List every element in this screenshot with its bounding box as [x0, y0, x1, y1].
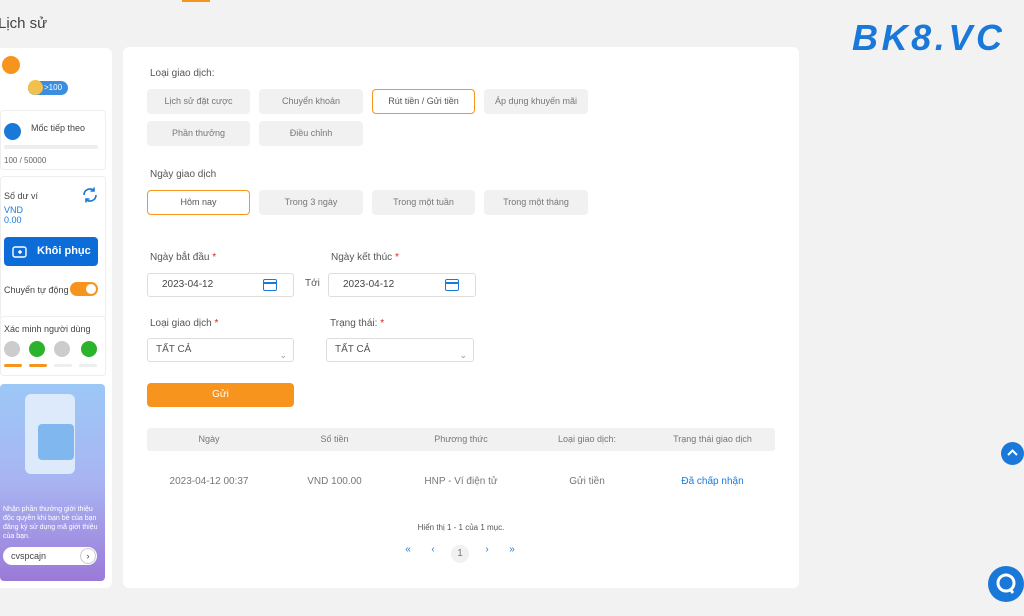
next-page-button[interactable]: › — [480, 544, 494, 555]
cell-type: Gửi tiền — [569, 476, 605, 487]
refresh-icon[interactable] — [81, 186, 99, 204]
chip-withdraw-deposit[interactable]: Rút tiền / Gửi tiền — [372, 89, 475, 114]
milestone-progress-bar — [4, 145, 98, 149]
required-mark: * — [394, 252, 399, 263]
type-select-label: Loại giao dịch * — [150, 318, 218, 329]
pagination-info: Hiển thị 1 - 1 của 1 mục. — [417, 523, 505, 532]
required-mark: * — [212, 252, 217, 263]
restore-button[interactable]: Khôi phục — [4, 237, 98, 266]
txn-date-label: Ngày giao dịch — [150, 169, 217, 180]
col-header-date: Ngày — [198, 434, 220, 444]
col-header-amount: Số tiền — [320, 434, 349, 444]
wallet-amount: 0.00 — [4, 215, 22, 225]
sidebar: >100 Mốc tiếp theo 100 / 50000 Số dư ví … — [0, 48, 112, 588]
wallet-restore-icon — [12, 246, 27, 258]
verify-label: Xác minh người dùng — [4, 324, 91, 334]
current-page[interactable]: 1 — [451, 545, 469, 563]
chip-bet-history[interactable]: Lịch sử đặt cược — [147, 89, 250, 114]
chip-transfer[interactable]: Chuyển khoản — [259, 89, 363, 114]
chip-adjustment[interactable]: Điều chỉnh — [259, 121, 363, 146]
chat-support-button[interactable] — [988, 566, 1024, 602]
status-select-label: Trạng thái: * — [330, 318, 384, 329]
end-date-value: 2023-04-12 — [343, 279, 395, 290]
vip-level-text: >100 — [44, 83, 63, 92]
page-title: Lịch sử — [0, 15, 48, 32]
calendar-icon[interactable] — [445, 279, 459, 291]
referral-promo-text: Nhận phần thưởng giới thiệu độc quyền kh… — [3, 506, 98, 540]
status-select[interactable]: TẤT CẢ ⌄ — [326, 338, 474, 362]
table-header: Ngày Số tiền Phương thức Loại giao dịch:… — [147, 428, 775, 451]
chevron-right-icon[interactable]: › — [80, 548, 96, 564]
id-card-verify-icon[interactable] — [81, 341, 97, 357]
brand-logo[interactable]: BK8.VC — [852, 14, 1002, 60]
status-select-value: TẤT CẢ — [335, 344, 371, 355]
last-page-button[interactable]: » — [505, 544, 519, 555]
required-mark: * — [214, 318, 219, 329]
start-date-label-text: Ngày bắt đầu — [150, 252, 210, 263]
referral-code-field[interactable]: cvspcajn › — [3, 547, 97, 565]
type-select-value: TẤT CẢ — [156, 344, 192, 355]
restore-button-label: Khôi phục — [37, 245, 91, 257]
cell-method: HNP - Ví điện tử — [424, 476, 498, 487]
email-verify-icon[interactable] — [29, 341, 45, 357]
col-header-type: Loại giao dịch: — [557, 434, 617, 444]
cell-status: Đã chấp nhận — [681, 476, 744, 487]
col-header-method: Phương thức — [434, 434, 488, 444]
history-panel: Loại giao dịch: Lịch sử đặt cược Chuyển … — [123, 47, 799, 588]
prev-page-button[interactable]: ‹ — [426, 544, 440, 555]
globe-icon — [4, 123, 21, 140]
to-label: Tới — [305, 278, 320, 289]
auto-transfer-toggle[interactable] — [70, 282, 98, 296]
verify-step-bar — [54, 364, 72, 367]
chip-one-week[interactable]: Trong một tuần — [372, 190, 475, 215]
first-page-button[interactable]: « — [401, 544, 415, 555]
milestone-card: Mốc tiếp theo 100 / 50000 — [0, 110, 106, 170]
avatar[interactable] — [2, 56, 20, 74]
wallet-card: Số dư ví VND 0.00 Khôi phục Chuyển tự độ… — [0, 176, 106, 320]
chip-today[interactable]: Hôm nay — [147, 190, 250, 215]
start-date-label: Ngày bắt đầu * — [150, 252, 216, 263]
gift-illustration — [38, 424, 74, 460]
start-date-input[interactable]: 2023-04-12 — [147, 273, 294, 297]
verify-step-bar — [4, 364, 22, 367]
required-mark: * — [380, 318, 385, 329]
col-header-status: Trạng thái giao dịch — [673, 434, 752, 444]
cell-date: 2023-04-12 00:37 — [169, 476, 249, 487]
wallet-currency: VND — [4, 205, 24, 215]
user-verify-icon[interactable] — [4, 341, 20, 357]
chip-3-days[interactable]: Trong 3 ngày — [259, 190, 363, 215]
start-date-value: 2023-04-12 — [162, 279, 214, 290]
auto-transfer-label: Chuyển tự động — [4, 285, 69, 295]
end-date-label-text: Ngày kết thúc — [331, 252, 393, 263]
active-tab-indicator — [182, 0, 210, 2]
svg-text:BK8.VC: BK8.VC — [852, 17, 1002, 58]
milestone-progress-text: 100 / 50000 — [4, 156, 47, 165]
verify-step-bar — [79, 364, 97, 367]
phone-verify-icon[interactable] — [54, 341, 70, 357]
verify-card: Xác minh người dùng — [0, 316, 106, 376]
chevron-down-icon: ⌄ — [279, 350, 287, 360]
chip-rewards[interactable]: Phần thưởng — [147, 121, 250, 146]
txn-type-label: Loại giao dịch: — [150, 68, 215, 79]
chip-apply-promo[interactable]: Áp dụng khuyến mãi — [484, 89, 588, 114]
vip-level-badge: >100 — [28, 80, 68, 95]
type-select[interactable]: TẤT CẢ ⌄ — [147, 338, 294, 362]
cell-amount: VND 100.00 — [307, 476, 362, 487]
status-select-label-text: Trạng thái: — [330, 318, 378, 329]
end-date-label: Ngày kết thúc * — [331, 252, 399, 263]
verify-step-bar — [29, 364, 47, 367]
type-select-label-text: Loại giao dịch — [150, 318, 212, 329]
scroll-top-button[interactable] — [1001, 442, 1024, 465]
referral-promo-card: Nhận phần thưởng giới thiệu độc quyền kh… — [0, 384, 105, 581]
calendar-icon[interactable] — [263, 279, 277, 291]
crown-icon — [28, 80, 43, 95]
chevron-down-icon: ⌄ — [459, 350, 467, 360]
chip-one-month[interactable]: Trong một tháng — [484, 190, 588, 215]
end-date-input[interactable]: 2023-04-12 — [328, 273, 476, 297]
referral-code: cvspcajn — [11, 551, 47, 561]
milestone-label: Mốc tiếp theo — [31, 123, 86, 133]
submit-button[interactable]: Gửi — [147, 383, 294, 407]
wallet-label: Số dư ví — [4, 191, 39, 201]
